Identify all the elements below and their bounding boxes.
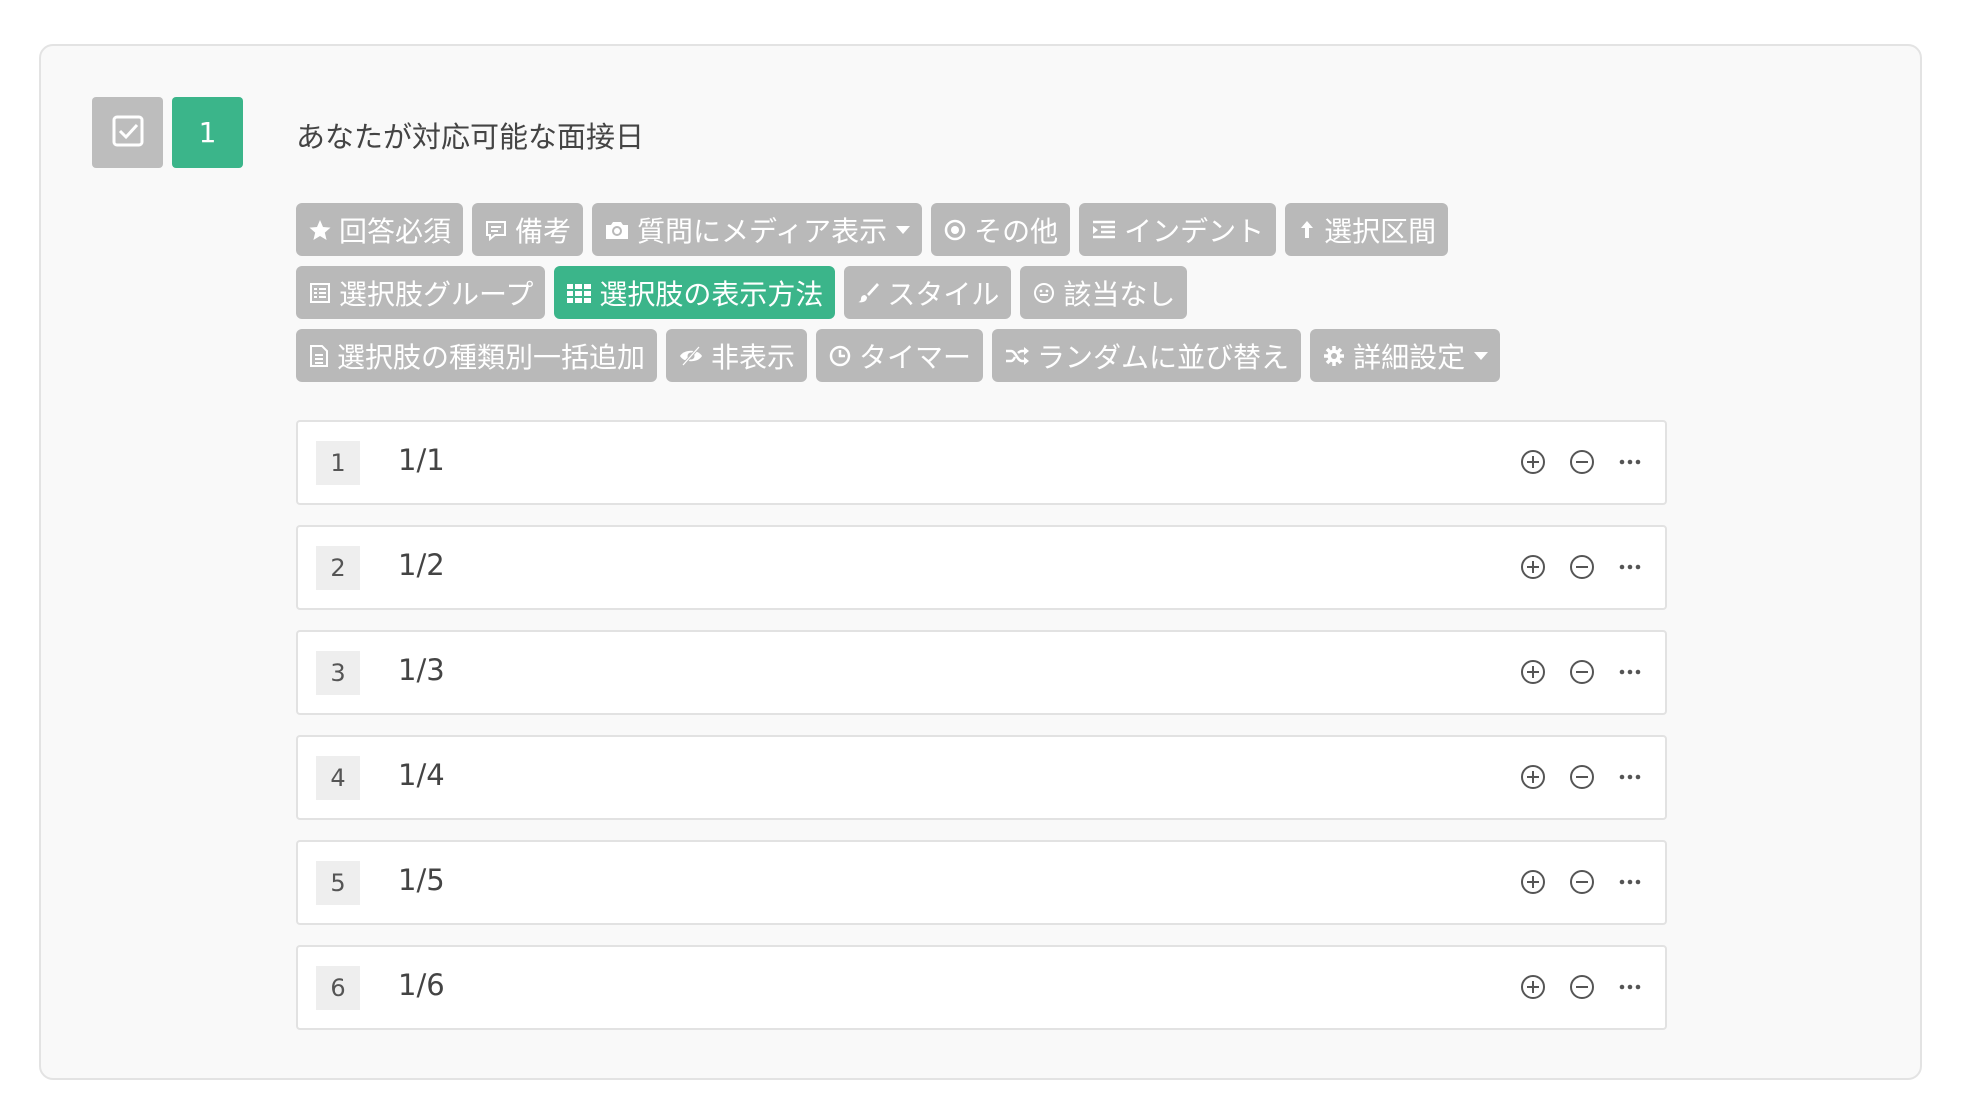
option-index: 4 bbox=[316, 756, 360, 800]
toolbar-smiley-button[interactable]: 該当なし bbox=[1020, 266, 1188, 319]
option-index: 1 bbox=[316, 441, 360, 485]
radio-icon bbox=[943, 218, 967, 242]
option-row: 2 1/2 bbox=[296, 525, 1667, 610]
more-options-icon[interactable] bbox=[1617, 658, 1643, 686]
add-option-icon[interactable] bbox=[1519, 868, 1547, 896]
question-toolbar: 回答必須 備考 質問にメディア表示 その他 インデント 選択区間選択肢グループ 選択肢の表示… bbox=[296, 203, 1696, 392]
option-row: 5 1/5 bbox=[296, 840, 1667, 925]
toolbar-row: 選択肢の種類別一括追加 非表示 タイマー ランダムに並び替え 詳細設定 bbox=[296, 329, 1696, 382]
remove-option-icon[interactable] bbox=[1568, 868, 1596, 896]
option-actions bbox=[1519, 448, 1643, 476]
option-label[interactable]: 1/5 bbox=[398, 863, 445, 897]
option-row: 3 1/3 bbox=[296, 630, 1667, 715]
option-label[interactable]: 1/4 bbox=[398, 758, 445, 792]
toolbar-brush-button[interactable]: スタイル bbox=[844, 266, 1012, 319]
remove-option-icon[interactable] bbox=[1568, 553, 1596, 581]
remove-option-icon[interactable] bbox=[1568, 448, 1596, 476]
toolbar-row: 回答必須 備考 質問にメディア表示 その他 インデント 選択区間 bbox=[296, 203, 1696, 256]
remove-option-icon[interactable] bbox=[1568, 763, 1596, 791]
option-row: 4 1/4 bbox=[296, 735, 1667, 820]
toolbar-indent-button[interactable]: インデント bbox=[1079, 203, 1277, 256]
more-options-icon[interactable] bbox=[1617, 973, 1643, 1001]
toolbar-gear-button[interactable]: 詳細設定 bbox=[1310, 329, 1501, 382]
indent-icon bbox=[1091, 218, 1117, 242]
question-title[interactable]: あなたが対応可能な面接日 bbox=[296, 114, 644, 156]
toolbar-grid-button[interactable]: 選択肢の表示方法 bbox=[554, 266, 836, 319]
toolbar-button-label: スタイル bbox=[887, 277, 1000, 311]
option-list: 1 1/1 2 1/2 3 1/3 4 1/4 5 1/5 6 1/6 bbox=[296, 420, 1667, 1050]
toolbar-button-label: 質問にメディア表示 bbox=[637, 214, 888, 248]
toolbar-button-label: 選択肢の表示方法 bbox=[599, 277, 824, 311]
option-actions bbox=[1519, 553, 1643, 581]
option-actions bbox=[1519, 868, 1643, 896]
toolbar-star-button[interactable]: 回答必須 bbox=[296, 203, 464, 256]
camera-icon bbox=[604, 218, 630, 242]
caret-down-icon bbox=[896, 225, 911, 234]
option-label[interactable]: 1/2 bbox=[398, 548, 445, 582]
toolbar-button-label: タイマー bbox=[859, 340, 972, 374]
brush-icon bbox=[856, 281, 880, 305]
more-options-icon[interactable] bbox=[1617, 868, 1643, 896]
eye-slash-icon bbox=[678, 344, 704, 368]
toolbar-button-label: 回答必須 bbox=[339, 214, 452, 248]
toolbar-button-label: 選択区間 bbox=[1324, 214, 1437, 248]
toolbar-button-label: 該当なし bbox=[1063, 277, 1176, 311]
option-index: 6 bbox=[316, 966, 360, 1010]
option-label[interactable]: 1/6 bbox=[398, 968, 445, 1002]
clock-icon bbox=[828, 344, 852, 368]
toolbar-button-label: インデント bbox=[1124, 214, 1265, 248]
option-row: 1 1/1 bbox=[296, 420, 1667, 505]
shuffle-icon bbox=[1004, 344, 1030, 368]
toolbar-button-label: 選択肢の種類別一括追加 bbox=[337, 340, 646, 374]
question-type-badge[interactable] bbox=[92, 97, 163, 168]
document-icon bbox=[308, 344, 330, 368]
option-actions bbox=[1519, 763, 1643, 791]
more-options-icon[interactable] bbox=[1617, 763, 1643, 791]
toolbar-button-label: 詳細設定 bbox=[1353, 340, 1466, 374]
add-option-icon[interactable] bbox=[1519, 553, 1547, 581]
toolbar-button-label: 備考 bbox=[515, 214, 572, 248]
option-label[interactable]: 1/1 bbox=[398, 443, 445, 477]
caret-down-icon bbox=[1474, 351, 1489, 360]
toolbar-radio-button[interactable]: その他 bbox=[931, 203, 1071, 256]
option-index: 2 bbox=[316, 546, 360, 590]
remove-option-icon[interactable] bbox=[1568, 973, 1596, 1001]
option-actions bbox=[1519, 658, 1643, 686]
star-icon bbox=[308, 218, 332, 242]
range-icon bbox=[1297, 218, 1317, 242]
toolbar-list-button[interactable]: 選択肢グループ bbox=[296, 266, 546, 319]
add-option-icon[interactable] bbox=[1519, 658, 1547, 686]
smiley-icon bbox=[1032, 281, 1056, 305]
option-label[interactable]: 1/3 bbox=[398, 653, 445, 687]
option-index: 3 bbox=[316, 651, 360, 695]
question-number-badge: 1 bbox=[172, 97, 243, 168]
option-row: 6 1/6 bbox=[296, 945, 1667, 1030]
toolbar-document-button[interactable]: 選択肢の種類別一括追加 bbox=[296, 329, 658, 382]
toolbar-button-label: 選択肢グループ bbox=[339, 277, 534, 311]
toolbar-button-label: ランダムに並び替え bbox=[1037, 340, 1290, 374]
comment-icon bbox=[484, 218, 508, 242]
toolbar-eye-slash-button[interactable]: 非表示 bbox=[666, 329, 808, 382]
toolbar-range-button[interactable]: 選択区間 bbox=[1285, 203, 1449, 256]
more-options-icon[interactable] bbox=[1617, 553, 1643, 581]
checkbox-icon bbox=[111, 114, 145, 152]
more-options-icon[interactable] bbox=[1617, 448, 1643, 476]
grid-icon bbox=[566, 281, 592, 305]
toolbar-button-label: 非表示 bbox=[711, 340, 796, 374]
toolbar-button-label: その他 bbox=[974, 214, 1059, 248]
remove-option-icon[interactable] bbox=[1568, 658, 1596, 686]
gear-icon bbox=[1322, 344, 1346, 368]
toolbar-shuffle-button[interactable]: ランダムに並び替え bbox=[992, 329, 1302, 382]
toolbar-camera-button[interactable]: 質問にメディア表示 bbox=[592, 203, 923, 256]
toolbar-row: 選択肢グループ 選択肢の表示方法 スタイル 該当なし bbox=[296, 266, 1696, 319]
toolbar-comment-button[interactable]: 備考 bbox=[472, 203, 584, 256]
option-actions bbox=[1519, 973, 1643, 1001]
list-icon bbox=[308, 281, 332, 305]
add-option-icon[interactable] bbox=[1519, 973, 1547, 1001]
add-option-icon[interactable] bbox=[1519, 448, 1547, 476]
option-index: 5 bbox=[316, 861, 360, 905]
add-option-icon[interactable] bbox=[1519, 763, 1547, 791]
toolbar-clock-button[interactable]: タイマー bbox=[816, 329, 984, 382]
